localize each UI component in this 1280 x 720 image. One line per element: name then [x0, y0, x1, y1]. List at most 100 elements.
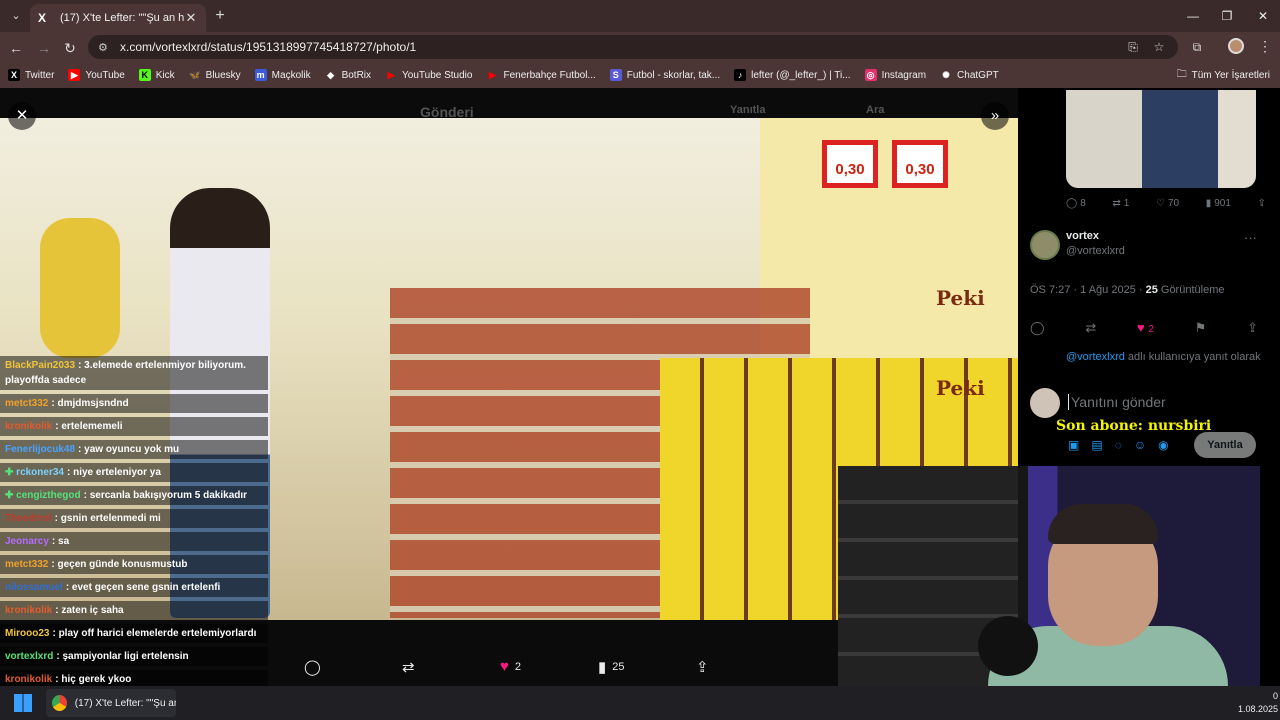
- chat-message: Theodrrol: gsnin ertelenmedi mi: [0, 509, 268, 528]
- more-options-icon[interactable]: ···: [1244, 230, 1257, 245]
- minimize-icon[interactable]: —: [1176, 4, 1210, 28]
- forward-icon[interactable]: →: [34, 38, 54, 58]
- chat-username: metct332: [5, 398, 49, 409]
- reply-input[interactable]: Yanıtını gönder: [1068, 394, 1166, 410]
- bookmark-item[interactable]: ▶ Fenerbahçe Futbol...: [486, 69, 596, 81]
- repost-icon[interactable]: ⇄: [1085, 320, 1096, 336]
- bookmark-item[interactable]: 🦋 Bluesky: [189, 69, 241, 81]
- back-icon[interactable]: ←: [6, 38, 26, 58]
- tweet-meta: ÖS 7:27 · 1 Ağu 2025 · 25 Görüntüleme: [1030, 284, 1224, 296]
- bookmark-item[interactable]: X Twitter: [8, 69, 54, 81]
- repost-action[interactable]: ⇄: [402, 658, 421, 676]
- taskbar-chrome-app[interactable]: (17) X'te Lefter: ""Şu an l: [46, 689, 176, 717]
- location-icon[interactable]: ◉: [1158, 438, 1168, 452]
- site-info-icon[interactable]: ⚙: [98, 41, 112, 54]
- price-sign: 0,30: [822, 140, 878, 188]
- chat-text: sa: [58, 536, 70, 547]
- bookmark-item[interactable]: ✺ ChatGPT: [940, 69, 998, 81]
- view-count[interactable]: ▮ 901: [1206, 198, 1231, 209]
- bookmark-icon: S: [609, 69, 622, 81]
- chat-text: niye erteleniyor ya: [73, 467, 161, 478]
- bookmark-item[interactable]: ▶ YouTube: [68, 69, 125, 81]
- like-count-value: 70: [1167, 198, 1180, 209]
- share-icon: ⇪: [696, 659, 709, 676]
- repost-count[interactable]: ⇄ 1: [1112, 198, 1129, 209]
- new-tab-icon[interactable]: +: [210, 6, 230, 26]
- profile-avatar[interactable]: [1228, 38, 1244, 54]
- heart-icon: ♥: [500, 658, 509, 675]
- share-icon[interactable]: ⇪: [1258, 198, 1266, 209]
- view-count: 25: [612, 661, 625, 673]
- tab-search-chevron-icon[interactable]: ⌄: [6, 6, 26, 26]
- chat-message: metct332: geçen günde konusmustub: [0, 555, 268, 574]
- chat-text: yaw oyuncu yok mu: [84, 444, 180, 455]
- bookmark-icon: ◆: [327, 70, 335, 80]
- reply-icon[interactable]: ◯: [1030, 320, 1045, 336]
- windows-start-icon[interactable]: [14, 694, 32, 712]
- chat-message: nilossamuel: evet geçen sene gsnin ertel…: [0, 578, 268, 597]
- reply-to-handle[interactable]: @vortexlxrd: [1066, 351, 1125, 363]
- price-sign: 0,30: [892, 140, 948, 188]
- chat-text: zaten iç saha: [61, 605, 124, 616]
- bookmark-icon[interactable]: ⚑: [1195, 320, 1207, 336]
- bookmark-star-icon[interactable]: ☆: [1150, 38, 1168, 56]
- reply-count[interactable]: ◯ 8: [1066, 198, 1086, 209]
- grok-icon[interactable]: ◌: [1115, 438, 1122, 452]
- share-icon[interactable]: ⇪: [1247, 320, 1258, 336]
- reply-icon: ◯: [304, 659, 321, 676]
- address-bar[interactable]: ⚙ x.com/vortexlxrd/status/19513189977454…: [88, 35, 1178, 59]
- gif-icon[interactable]: ▤: [1091, 438, 1102, 452]
- chat-text: ertelememeli: [61, 421, 123, 432]
- extensions-icon[interactable]: ⧉: [1188, 38, 1206, 56]
- bookmark-item[interactable]: m Maçkolik: [254, 69, 311, 81]
- bookmark-item[interactable]: ♪ lefter (@_lefter_) | Ti...: [734, 69, 851, 81]
- views-action[interactable]: ▮ 25: [598, 658, 625, 676]
- chat-username: Mirooo23: [5, 628, 50, 639]
- window-close-icon[interactable]: ✕: [1246, 4, 1280, 28]
- all-bookmarks-folder[interactable]: 🗀 Tüm Yer İşaretleri: [1177, 62, 1270, 88]
- replying-to: @vortexlxrd adlı kullanıcıya yanıt olara…: [1066, 350, 1266, 365]
- browser-menu-icon[interactable]: ⋮: [1258, 38, 1272, 55]
- restore-icon[interactable]: ❐: [1210, 4, 1244, 28]
- bookmark-item[interactable]: ◆ BotRix: [325, 69, 371, 81]
- author-handle[interactable]: @vortexlxrd: [1066, 245, 1125, 257]
- system-clock[interactable]: 0 1.08.2025: [1218, 690, 1278, 716]
- bookmark-item[interactable]: ▶ YouTube Studio: [385, 69, 473, 81]
- chat-username: cengizthegod: [16, 490, 81, 501]
- ghost-reply-label: Yanıtla: [730, 104, 766, 116]
- photo-bananas: [40, 218, 120, 358]
- image-icon[interactable]: ▣: [1068, 438, 1079, 452]
- reply-action[interactable]: ◯: [304, 658, 327, 676]
- bookmark-item[interactable]: S Futbol - skorlar, tak...: [609, 69, 720, 81]
- bookmark-icon: X: [8, 69, 20, 81]
- avatar[interactable]: [1030, 230, 1060, 260]
- chat-message: Fenerlijocuk48: yaw oyuncu yok mu: [0, 440, 268, 459]
- tab-close-icon[interactable]: ✕: [184, 10, 198, 26]
- bookmark-item[interactable]: K Kick: [138, 69, 175, 81]
- subscriber-badge-icon: ✚: [5, 490, 17, 501]
- install-app-icon[interactable]: ⎘: [1124, 38, 1142, 56]
- emoji-icon[interactable]: ☺: [1134, 438, 1146, 452]
- chat-text: evet geçen sene gsnin ertelenfi: [71, 582, 221, 593]
- quoted-photo[interactable]: [1066, 90, 1256, 188]
- close-viewer-icon[interactable]: ✕: [8, 102, 36, 130]
- reply-button[interactable]: Yanıtla: [1194, 432, 1256, 458]
- like-action[interactable]: ♥ 2: [500, 658, 521, 675]
- brand-label: Peki: [936, 376, 985, 400]
- like-count[interactable]: ♡ 70: [1156, 198, 1179, 209]
- share-action[interactable]: ⇪: [696, 658, 715, 676]
- tweet-author[interactable]: vortex @vortexlxrd: [1030, 230, 1125, 260]
- expand-sidebar-icon[interactable]: »: [981, 102, 1009, 130]
- bookmarks-bar: X Twitter ▶ YouTube K Kick 🦋 Bluesky m Maçkol…: [0, 62, 1280, 88]
- bookmark-item[interactable]: ◎ Instagram: [864, 69, 926, 81]
- tweet-actions: ◯ ⇄ ♥ 2 ⚑ ⇪: [1030, 320, 1258, 336]
- repost-icon: ⇄: [1112, 198, 1121, 209]
- tab-active[interactable]: X (17) X'te Lefter: ""Şu an herkes ✕: [30, 4, 206, 32]
- tweet-time[interactable]: ÖS 7:27 · 1 Ağu 2025 ·: [1030, 284, 1146, 296]
- chat-text: geçen günde konusmustub: [57, 559, 188, 570]
- author-name[interactable]: vortex: [1066, 230, 1125, 242]
- bookmark-icon: ◎: [864, 69, 877, 81]
- bar-chart-icon: ▮: [598, 659, 607, 676]
- reload-icon[interactable]: ↻: [60, 38, 80, 58]
- like-button[interactable]: ♥ 2: [1137, 320, 1154, 336]
